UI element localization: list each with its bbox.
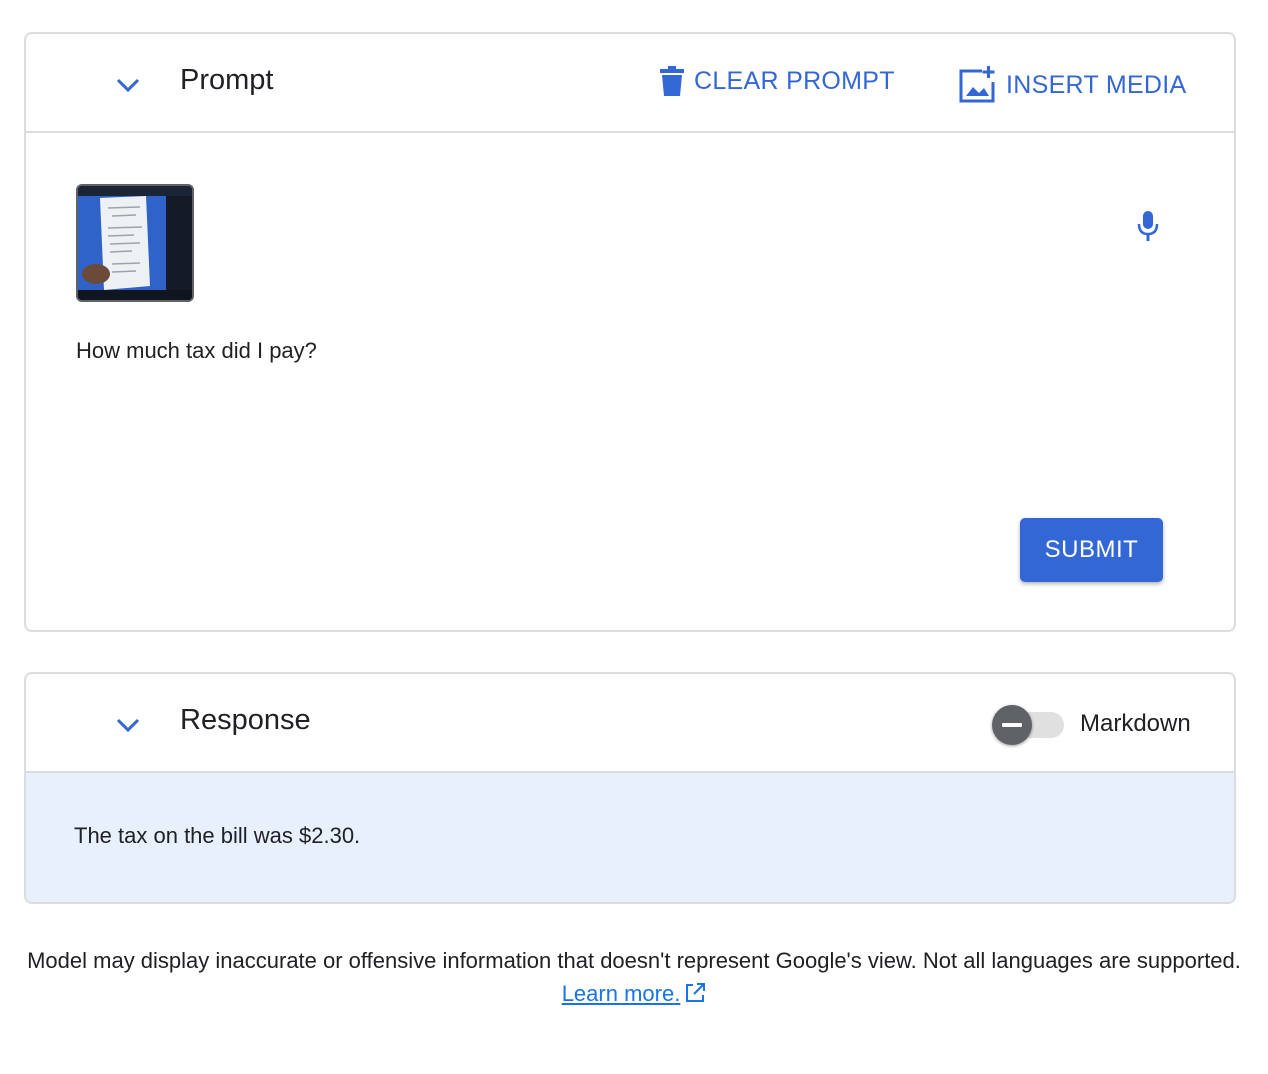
receipt-photo xyxy=(78,186,192,300)
chevron-down-icon[interactable] xyxy=(114,712,142,736)
markdown-toggle-label: Markdown xyxy=(1080,710,1191,737)
response-header: Response Markdown xyxy=(26,674,1234,773)
submit-button[interactable]: SUBMIT xyxy=(1020,518,1163,582)
disclaimer-text: Model may display inaccurate or offensiv… xyxy=(27,948,1241,973)
prompt-text-input[interactable]: How much tax did I pay? xyxy=(76,338,317,364)
disclaimer: Model may display inaccurate or offensiv… xyxy=(0,944,1268,1010)
add-photo-icon xyxy=(959,66,995,103)
toggle-knob xyxy=(992,705,1032,745)
chevron-down-icon[interactable] xyxy=(114,72,142,96)
response-body: The tax on the bill was $2.30. xyxy=(26,773,1234,902)
prompt-title: Prompt xyxy=(180,64,274,96)
prompt-header: Prompt CLEAR PROMPT INSERT MEDIA xyxy=(26,34,1234,133)
clear-prompt-label: CLEAR PROMPT xyxy=(694,66,895,95)
external-link-icon xyxy=(686,983,706,1002)
receipt-image-thumbnail[interactable] xyxy=(76,184,194,302)
insert-media-button[interactable]: INSERT MEDIA xyxy=(958,66,1187,104)
insert-media-label: INSERT MEDIA xyxy=(1006,70,1187,99)
learn-more-label: Learn more. xyxy=(561,981,681,1006)
trash-icon xyxy=(660,66,684,96)
response-text: The tax on the bill was $2.30. xyxy=(74,823,361,848)
prompt-card: Prompt CLEAR PROMPT INSERT MEDIA How muc… xyxy=(24,32,1236,632)
markdown-toggle[interactable] xyxy=(992,705,1066,745)
response-card: Response Markdown The tax on the bill wa… xyxy=(24,672,1236,904)
microphone-icon[interactable] xyxy=(1136,210,1160,242)
learn-more-link[interactable]: Learn more. xyxy=(562,981,681,1006)
response-title: Response xyxy=(180,704,311,736)
clear-prompt-button[interactable]: CLEAR PROMPT xyxy=(660,66,895,96)
